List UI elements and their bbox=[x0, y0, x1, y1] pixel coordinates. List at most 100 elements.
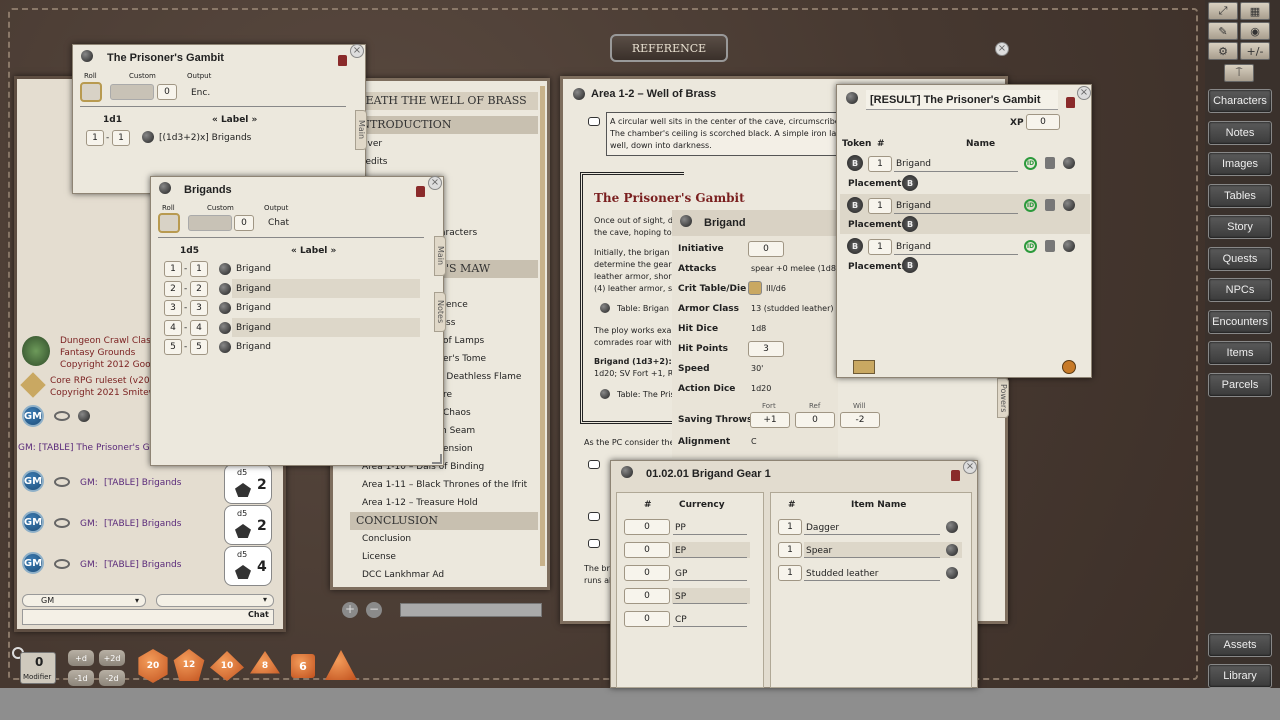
nav-link[interactable]: ss bbox=[446, 318, 455, 328]
zoom-out-button[interactable]: − bbox=[366, 602, 382, 618]
speech-bubble-icon[interactable] bbox=[588, 117, 600, 126]
result-text[interactable]: Brigand bbox=[236, 323, 271, 333]
count-field[interactable]: 1 bbox=[868, 239, 892, 255]
attacks-value[interactable]: spear +0 melee (1d8) bbox=[751, 264, 839, 273]
close-icon[interactable]: × bbox=[963, 460, 977, 474]
nav-search-input[interactable] bbox=[400, 603, 542, 617]
sidebar-library-button[interactable]: Library bbox=[1208, 664, 1272, 688]
item-count[interactable]: 1 bbox=[778, 565, 802, 581]
custom-modifier-field[interactable]: 0 bbox=[157, 84, 177, 100]
visibility-icon[interactable] bbox=[54, 411, 70, 421]
resize-handle[interactable] bbox=[432, 454, 442, 464]
currency-amount[interactable]: 0 bbox=[624, 588, 670, 604]
item-count[interactable]: 1 bbox=[778, 542, 802, 558]
fort-save-field[interactable]: +1 bbox=[750, 412, 790, 428]
token-icon[interactable]: B bbox=[847, 155, 863, 171]
output-value[interactable]: Chat bbox=[268, 218, 289, 228]
result-link-icon[interactable] bbox=[219, 263, 231, 275]
npc-name[interactable]: Brigand bbox=[896, 201, 931, 211]
d6-die-icon[interactable]: 6 bbox=[291, 654, 315, 678]
parcel-menu-icon[interactable] bbox=[621, 466, 633, 478]
speech-bubble-icon[interactable] bbox=[588, 460, 600, 469]
token-icon[interactable]: B bbox=[847, 238, 863, 254]
id-icon[interactable]: ID bbox=[1024, 240, 1037, 253]
range-to[interactable]: 5 bbox=[190, 339, 208, 355]
sidebar-items-button[interactable]: Items bbox=[1208, 341, 1272, 365]
toolbar-button-4[interactable]: ◉ bbox=[1240, 22, 1270, 40]
currency-amount[interactable]: 0 bbox=[624, 611, 670, 627]
lock-icon[interactable] bbox=[951, 470, 960, 481]
custom-dice-field[interactable] bbox=[188, 215, 232, 231]
range-to[interactable]: 1 bbox=[190, 261, 208, 277]
count-field[interactable]: 1 bbox=[868, 198, 892, 214]
range-from[interactable]: 5 bbox=[164, 339, 182, 355]
language-dropdown[interactable]: ▾ bbox=[156, 594, 274, 607]
table-link-icon[interactable] bbox=[600, 389, 610, 399]
range-from[interactable]: 1 bbox=[164, 261, 182, 277]
close-icon[interactable]: × bbox=[1077, 86, 1091, 100]
encounter-menu-icon[interactable] bbox=[846, 92, 858, 104]
item-name[interactable]: Studded leather bbox=[806, 569, 879, 579]
speech-bubble-icon[interactable] bbox=[588, 512, 600, 521]
remove-2d-button[interactable]: -2d bbox=[99, 670, 125, 686]
faction-icon[interactable] bbox=[1045, 199, 1055, 211]
placement-token-icon[interactable]: B bbox=[902, 175, 918, 191]
result-link-icon[interactable] bbox=[219, 302, 231, 314]
nav-link[interactable]: Conclusion bbox=[362, 534, 411, 544]
close-icon[interactable]: × bbox=[428, 176, 442, 190]
visibility-icon[interactable] bbox=[54, 518, 70, 528]
range-from[interactable]: 2 bbox=[164, 281, 182, 297]
token-icon[interactable]: B bbox=[847, 197, 863, 213]
identity-dropdown[interactable]: GM ▾ bbox=[22, 594, 146, 607]
table-link-icon[interactable] bbox=[600, 303, 610, 313]
toolbar-button-2[interactable]: ▦ bbox=[1240, 2, 1270, 20]
table-menu-icon[interactable] bbox=[81, 50, 93, 62]
currency-amount[interactable]: 0 bbox=[624, 565, 670, 581]
placement-token-icon[interactable]: B bbox=[902, 216, 918, 232]
crit-die-icon[interactable] bbox=[748, 281, 762, 295]
npc-name[interactable]: Brigand bbox=[896, 242, 931, 252]
result-text[interactable]: Brigand bbox=[236, 303, 271, 313]
story-menu-icon[interactable] bbox=[573, 88, 585, 100]
range-to[interactable]: 3 bbox=[190, 300, 208, 316]
sidebar-quests-button[interactable]: Quests bbox=[1208, 247, 1272, 271]
sidebar-encounters-button[interactable]: Encounters bbox=[1208, 310, 1272, 334]
nav-link[interactable]: of Lamps bbox=[443, 336, 484, 346]
nav-link[interactable]: License bbox=[362, 552, 396, 562]
range-to[interactable]: 1 bbox=[112, 130, 130, 146]
nav-link[interactable]: e Deathless Flame bbox=[438, 372, 521, 382]
table-link[interactable]: Table: Brigan bbox=[617, 304, 669, 313]
table-menu-icon[interactable] bbox=[159, 182, 171, 194]
npc-link-icon[interactable] bbox=[1063, 240, 1075, 252]
zoom-in-button[interactable]: + bbox=[342, 602, 358, 618]
placement-token-icon[interactable]: B bbox=[902, 257, 918, 273]
will-save-field[interactable]: -2 bbox=[840, 412, 880, 428]
item-name[interactable]: Spear bbox=[806, 546, 832, 556]
sidebar-tables-button[interactable]: Tables bbox=[1208, 184, 1272, 208]
range-from[interactable]: 3 bbox=[164, 300, 182, 316]
table-link[interactable]: Table: The Pris bbox=[617, 390, 675, 399]
currency-amount[interactable]: 0 bbox=[624, 542, 670, 558]
item-name[interactable]: Dagger bbox=[806, 523, 839, 533]
result-link-icon[interactable] bbox=[219, 341, 231, 353]
sidebar-assets-button[interactable]: Assets bbox=[1208, 633, 1272, 657]
lock-icon[interactable] bbox=[416, 186, 425, 197]
result-link-icon[interactable] bbox=[219, 283, 231, 295]
tab-powers[interactable]: Powers bbox=[997, 378, 1009, 418]
sidebar-characters-button[interactable]: Characters bbox=[1208, 89, 1272, 113]
lock-icon[interactable] bbox=[338, 55, 347, 66]
result-text[interactable]: [(1d3+2)x] Brigands bbox=[159, 133, 251, 143]
sidebar-notes-button[interactable]: Notes bbox=[1208, 121, 1272, 145]
id-icon[interactable]: ID bbox=[1024, 199, 1037, 212]
nav-link[interactable]: ension bbox=[443, 444, 473, 454]
chat-input[interactable] bbox=[22, 609, 274, 625]
result-link-icon[interactable] bbox=[219, 322, 231, 334]
output-value[interactable]: Enc. bbox=[191, 88, 210, 98]
toolbar-button-5[interactable]: ⚙ bbox=[1208, 42, 1238, 60]
ref-save-field[interactable]: 0 bbox=[795, 412, 835, 428]
tab-main[interactable]: Main bbox=[434, 236, 446, 276]
close-icon[interactable]: × bbox=[350, 44, 364, 58]
nav-link[interactable]: er's Tome bbox=[443, 354, 486, 364]
edit-icon[interactable] bbox=[1062, 360, 1076, 374]
nav-link[interactable]: aracters bbox=[440, 228, 477, 238]
